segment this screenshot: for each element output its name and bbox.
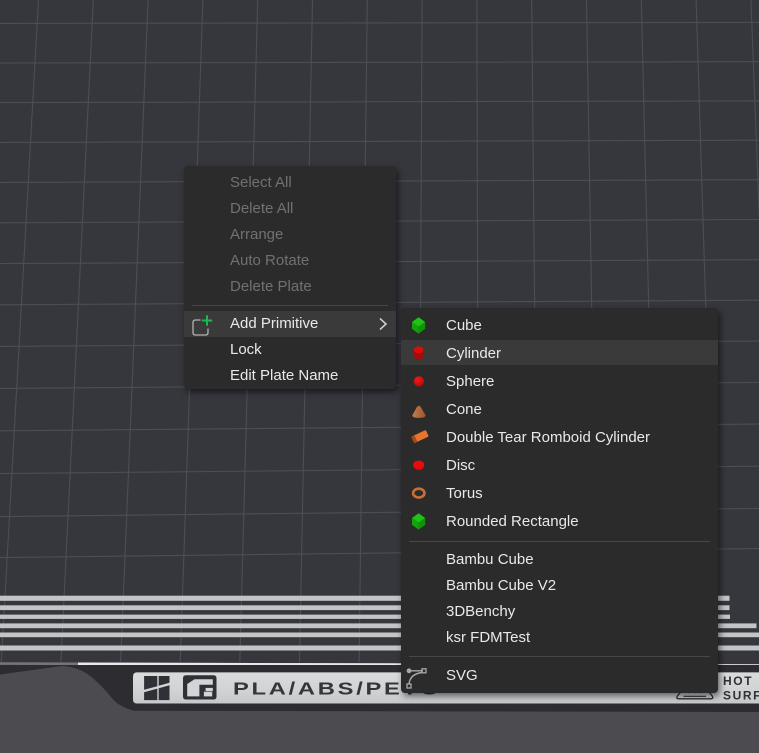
svg-text:HOT: HOT [723,674,753,688]
svg-text:SURF: SURF [723,689,759,703]
